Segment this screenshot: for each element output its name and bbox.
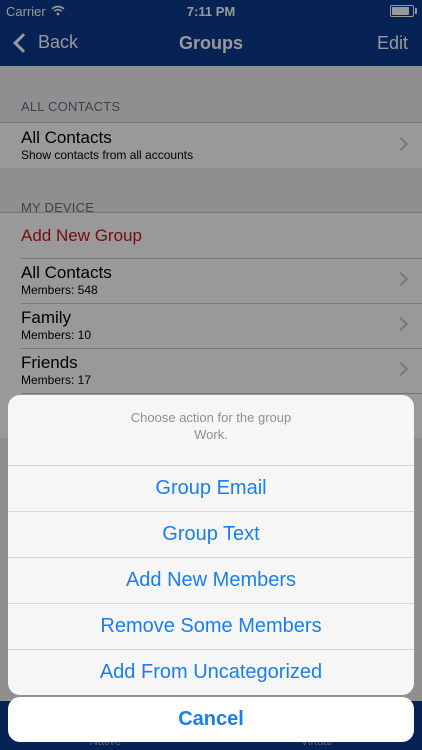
- action-sheet-message-line1: Choose action for the group: [130, 410, 292, 425]
- action-sheet-message: Choose action for the group Work.: [8, 395, 414, 465]
- group-text-button[interactable]: Group Text: [8, 511, 414, 557]
- action-sheet: Choose action for the group Work. Group …: [8, 395, 414, 695]
- action-sheet-message-line2: Work.: [194, 427, 228, 442]
- add-new-members-button[interactable]: Add New Members: [8, 557, 414, 603]
- add-from-uncategorized-button[interactable]: Add From Uncategorized: [8, 649, 414, 695]
- group-email-button[interactable]: Group Email: [8, 465, 414, 511]
- cancel-button[interactable]: Cancel: [8, 697, 414, 742]
- remove-some-members-button[interactable]: Remove Some Members: [8, 603, 414, 649]
